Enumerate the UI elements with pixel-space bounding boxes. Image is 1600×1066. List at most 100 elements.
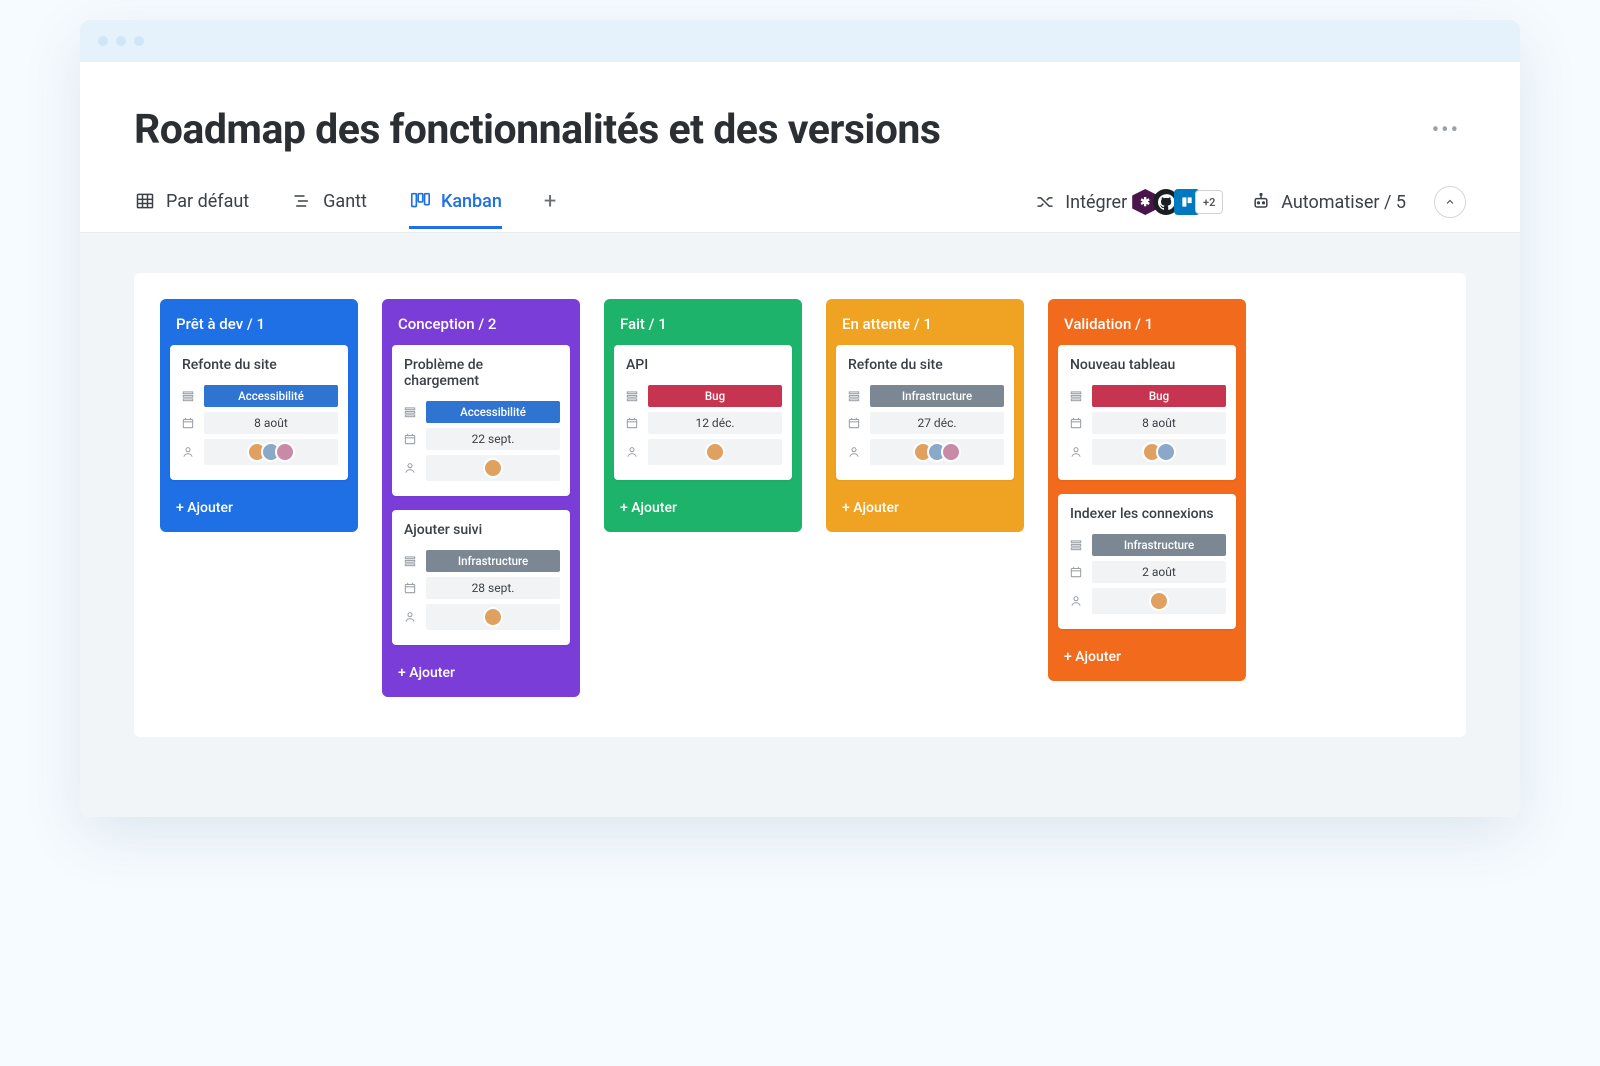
user-icon: [402, 461, 418, 475]
tag-pill: Infrastructure: [870, 385, 1004, 407]
card-title: API: [624, 355, 782, 377]
kanban-card[interactable]: Indexer les connexions Infrastructure 2 ao…: [1058, 494, 1236, 629]
column-header: Validation / 1: [1058, 311, 1236, 345]
avatar: [1149, 591, 1169, 611]
kanban-column-validation: Validation / 1Nouveau tableauBug8 août In…: [1048, 299, 1246, 681]
calendar-icon: [402, 432, 418, 446]
robot-icon: [1251, 192, 1271, 212]
user-icon: [1068, 445, 1084, 459]
shuffle-icon: [1035, 192, 1055, 212]
add-view-button[interactable]: +: [544, 189, 556, 231]
kanban-card[interactable]: Nouveau tableauBug8 août: [1058, 345, 1236, 480]
date-cell: 2 août: [1092, 561, 1226, 583]
card-title: Ajouter suivi: [402, 520, 560, 542]
kanban-board: Prêt à dev / 1Refonte du siteAccessibili…: [134, 273, 1466, 737]
add-card-button[interactable]: + Ajouter: [170, 494, 348, 518]
calendar-icon: [846, 416, 862, 430]
list-icon: [1068, 389, 1084, 403]
date-cell: 27 déc.: [870, 412, 1004, 434]
tag-pill: Bug: [648, 385, 782, 407]
kanban-card[interactable]: API Bug 12 déc.: [614, 345, 792, 480]
gantt-icon: [291, 190, 313, 212]
avatar: [275, 442, 295, 462]
integration-icons: ✱ +2: [1137, 189, 1223, 215]
list-icon: [1068, 538, 1084, 552]
date-cell: 8 août: [204, 412, 338, 434]
date-cell: 8 août: [1092, 412, 1226, 434]
date-cell: 28 sept.: [426, 577, 560, 599]
more-options-button[interactable]: •••: [1432, 118, 1466, 143]
tab-default[interactable]: Par défaut: [134, 190, 249, 229]
avatar: [483, 607, 503, 627]
kanban-card[interactable]: Problème de chargementAccessibilité22 se…: [392, 345, 570, 496]
tab-label: Par défaut: [166, 191, 249, 212]
user-icon: [1068, 594, 1084, 608]
tab-kanban[interactable]: Kanban: [409, 190, 502, 229]
kanban-column-conception: Conception / 2Problème de chargementAcce…: [382, 299, 580, 697]
date-cell: 22 sept.: [426, 428, 560, 450]
window-dot: [134, 36, 144, 46]
tag-pill: Infrastructure: [426, 550, 560, 572]
add-card-button[interactable]: + Ajouter: [392, 659, 570, 683]
user-icon: [846, 445, 862, 459]
add-card-button[interactable]: + Ajouter: [836, 494, 1014, 518]
app-window: Roadmap des fonctionnalités et des versi…: [80, 20, 1520, 817]
date-cell: 12 déc.: [648, 412, 782, 434]
list-icon: [402, 554, 418, 568]
calendar-icon: [624, 416, 640, 430]
user-icon: [402, 610, 418, 624]
card-title: Refonte du site: [846, 355, 1004, 377]
user-icon: [180, 445, 196, 459]
tab-label: Kanban: [441, 191, 502, 212]
list-icon: [846, 389, 862, 403]
avatar: [483, 458, 503, 478]
list-icon: [402, 405, 418, 419]
user-icon: [624, 445, 640, 459]
kanban-card[interactable]: Ajouter suivi Infrastructure 28 sept.: [392, 510, 570, 645]
toolbar-right: Intégrer ✱ +2 Automatiser / 5: [1035, 186, 1466, 232]
column-header: Fait / 1: [614, 311, 792, 345]
column-header: En attente / 1: [836, 311, 1014, 345]
integrations-more-badge[interactable]: +2: [1195, 190, 1223, 214]
avatar: [941, 442, 961, 462]
calendar-icon: [1068, 416, 1084, 430]
add-card-button[interactable]: + Ajouter: [614, 494, 792, 518]
assignees: [1092, 439, 1226, 465]
column-header: Prêt à dev / 1: [170, 311, 348, 345]
assignees: [870, 439, 1004, 465]
automate-group[interactable]: Automatiser / 5: [1251, 192, 1406, 213]
avatar: [1156, 442, 1176, 462]
window-dot: [116, 36, 126, 46]
card-title: Indexer les connexions: [1068, 504, 1226, 526]
calendar-icon: [402, 581, 418, 595]
kanban-column-attente: En attente / 1 Refonte du site Infrastruct…: [826, 299, 1024, 532]
integrate-label: Intégrer: [1065, 192, 1127, 213]
tab-gantt[interactable]: Gantt: [291, 190, 367, 229]
card-title: Refonte du site: [180, 355, 338, 377]
assignees: [426, 455, 560, 481]
integrate-group[interactable]: Intégrer ✱ +2: [1035, 189, 1223, 215]
kanban-card[interactable]: Refonte du siteAccessibilité8 août: [170, 345, 348, 480]
kanban-card[interactable]: Refonte du site Infrastructure 27 déc.: [836, 345, 1014, 480]
board-area: Prêt à dev / 1Refonte du siteAccessibili…: [80, 233, 1520, 817]
window-title-bar: [80, 20, 1520, 62]
tag-pill: Infrastructure: [1092, 534, 1226, 556]
assignees: [204, 439, 338, 465]
card-title: Nouveau tableau: [1068, 355, 1226, 377]
view-toolbar: Par défaut Gantt Kanban + Intégrer: [80, 154, 1520, 233]
calendar-icon: [1068, 565, 1084, 579]
tab-label: Gantt: [323, 191, 367, 212]
collapse-toolbar-button[interactable]: [1434, 186, 1466, 218]
kanban-icon: [409, 190, 431, 212]
page-title: Roadmap des fonctionnalités et des versi…: [134, 106, 940, 154]
automate-label: Automatiser / 5: [1281, 192, 1406, 213]
assignees: [426, 604, 560, 630]
column-header: Conception / 2: [392, 311, 570, 345]
tag-pill: Accessibilité: [426, 401, 560, 423]
page-header: Roadmap des fonctionnalités et des versi…: [80, 62, 1520, 154]
calendar-icon: [180, 416, 196, 430]
list-icon: [624, 389, 640, 403]
add-card-button[interactable]: + Ajouter: [1058, 643, 1236, 667]
kanban-column-fait: Fait / 1 API Bug 12 déc. + Ajouter: [604, 299, 802, 532]
assignees: [648, 439, 782, 465]
